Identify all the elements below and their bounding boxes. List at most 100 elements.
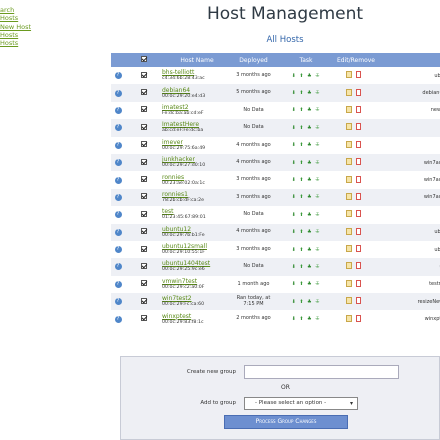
download-icon[interactable]: ⬇ — [292, 316, 297, 322]
advanced-tasks-icon[interactable]: ⁜ — [315, 160, 320, 166]
deploy-icon[interactable]: ♣ — [307, 281, 312, 287]
edit-icon[interactable] — [345, 71, 352, 79]
remove-icon[interactable] — [355, 140, 361, 148]
download-icon[interactable]: ⬇ — [292, 177, 297, 183]
select-all-checkbox[interactable] — [140, 56, 147, 62]
help-icon[interactable]: ? — [114, 211, 122, 219]
download-icon[interactable]: ⬇ — [292, 142, 297, 148]
remove-icon[interactable] — [355, 227, 361, 235]
download-icon[interactable]: ⬇ — [292, 299, 297, 305]
header-deployed[interactable]: Deployed — [232, 53, 275, 67]
edit-icon[interactable] — [345, 314, 352, 322]
row-checkbox[interactable] — [140, 158, 147, 165]
host-name-link[interactable]: ubuntu12 — [162, 226, 232, 233]
download-icon[interactable]: ⬇ — [292, 281, 297, 287]
remove-icon[interactable] — [355, 192, 361, 200]
row-checkbox[interactable] — [140, 89, 147, 96]
deploy-icon[interactable]: ♣ — [307, 73, 312, 79]
host-name-link[interactable]: imatest2 — [162, 104, 232, 111]
advanced-tasks-icon[interactable]: ⁜ — [315, 90, 320, 96]
edit-icon[interactable] — [345, 262, 352, 270]
advanced-tasks-icon[interactable]: ⁜ — [315, 73, 320, 79]
download-icon[interactable]: ⬇ — [292, 212, 297, 218]
deploy-icon[interactable]: ♣ — [307, 299, 312, 305]
help-icon[interactable]: ? — [114, 124, 122, 132]
upload-icon[interactable]: ⬆ — [299, 281, 304, 287]
advanced-tasks-icon[interactable]: ⁜ — [315, 264, 320, 270]
help-icon[interactable]: ? — [114, 106, 122, 114]
remove-icon[interactable] — [355, 245, 361, 253]
remove-icon[interactable] — [355, 105, 361, 113]
deploy-icon[interactable]: ♣ — [307, 125, 312, 131]
download-icon[interactable]: ⬇ — [292, 125, 297, 131]
edit-icon[interactable] — [345, 88, 352, 96]
download-icon[interactable]: ⬇ — [292, 107, 297, 113]
download-icon[interactable]: ⬇ — [292, 73, 297, 79]
row-checkbox[interactable] — [140, 210, 147, 217]
download-icon[interactable]: ⬇ — [292, 194, 297, 200]
advanced-tasks-icon[interactable]: ⁜ — [315, 281, 320, 287]
upload-icon[interactable]: ⬆ — [299, 73, 304, 79]
remove-icon[interactable] — [355, 88, 361, 96]
deploy-icon[interactable]: ♣ — [307, 107, 312, 113]
help-icon[interactable]: ? — [114, 72, 122, 80]
edit-icon[interactable] — [345, 279, 352, 287]
deploy-icon[interactable]: ♣ — [307, 264, 312, 270]
row-checkbox[interactable] — [140, 315, 147, 322]
header-host-name[interactable]: Host Name — [162, 53, 232, 67]
deploy-icon[interactable]: ♣ — [307, 212, 312, 218]
new-group-input[interactable] — [244, 365, 399, 379]
advanced-tasks-icon[interactable]: ⁜ — [315, 125, 320, 131]
process-group-changes-button[interactable]: Process Group Changes — [224, 415, 348, 429]
download-icon[interactable]: ⬇ — [292, 90, 297, 96]
row-checkbox[interactable] — [140, 297, 147, 304]
download-icon[interactable]: ⬇ — [292, 229, 297, 235]
host-name-link[interactable]: imever — [162, 139, 232, 146]
remove-icon[interactable] — [355, 158, 361, 166]
upload-icon[interactable]: ⬆ — [299, 264, 304, 270]
group-select[interactable]: - Please select an option - ▾ — [244, 397, 358, 410]
deploy-icon[interactable]: ♣ — [307, 247, 312, 253]
advanced-tasks-icon[interactable]: ⁜ — [315, 316, 320, 322]
remove-icon[interactable] — [355, 314, 361, 322]
advanced-tasks-icon[interactable]: ⁜ — [315, 107, 320, 113]
download-icon[interactable]: ⬇ — [292, 264, 297, 270]
help-icon[interactable]: ? — [114, 246, 122, 254]
row-checkbox[interactable] — [140, 193, 147, 200]
deploy-icon[interactable]: ♣ — [307, 177, 312, 183]
advanced-tasks-icon[interactable]: ⁜ — [315, 194, 320, 200]
row-checkbox[interactable] — [140, 280, 147, 287]
row-checkbox[interactable] — [140, 71, 147, 78]
upload-icon[interactable]: ⬆ — [299, 160, 304, 166]
help-icon[interactable]: ? — [114, 193, 122, 201]
advanced-tasks-icon[interactable]: ⁜ — [315, 177, 320, 183]
upload-icon[interactable]: ⬆ — [299, 212, 304, 218]
download-icon[interactable]: ⬇ — [292, 160, 297, 166]
advanced-tasks-icon[interactable]: ⁜ — [315, 212, 320, 218]
deploy-icon[interactable]: ♣ — [307, 90, 312, 96]
host-name-link[interactable]: winxptest — [162, 313, 232, 320]
edit-icon[interactable] — [345, 210, 352, 218]
edit-icon[interactable] — [345, 175, 352, 183]
row-checkbox[interactable] — [140, 106, 147, 113]
row-checkbox[interactable] — [140, 262, 147, 269]
help-icon[interactable]: ? — [114, 315, 122, 323]
row-checkbox[interactable] — [140, 141, 147, 148]
advanced-tasks-icon[interactable]: ⁜ — [315, 229, 320, 235]
upload-icon[interactable]: ⬆ — [299, 229, 304, 235]
header-select-all[interactable] — [125, 53, 162, 67]
remove-icon[interactable] — [355, 210, 361, 218]
deploy-icon[interactable]: ♣ — [307, 142, 312, 148]
host-name-link[interactable]: ronnies1 — [162, 191, 232, 198]
edit-icon[interactable] — [345, 123, 352, 131]
help-icon[interactable]: ? — [114, 228, 122, 236]
deploy-icon[interactable]: ♣ — [307, 316, 312, 322]
edit-icon[interactable] — [345, 158, 352, 166]
edit-icon[interactable] — [345, 192, 352, 200]
remove-icon[interactable] — [355, 71, 361, 79]
row-checkbox[interactable] — [140, 245, 147, 252]
upload-icon[interactable]: ⬆ — [299, 247, 304, 253]
download-icon[interactable]: ⬇ — [292, 247, 297, 253]
edit-icon[interactable] — [345, 105, 352, 113]
remove-icon[interactable] — [355, 262, 361, 270]
